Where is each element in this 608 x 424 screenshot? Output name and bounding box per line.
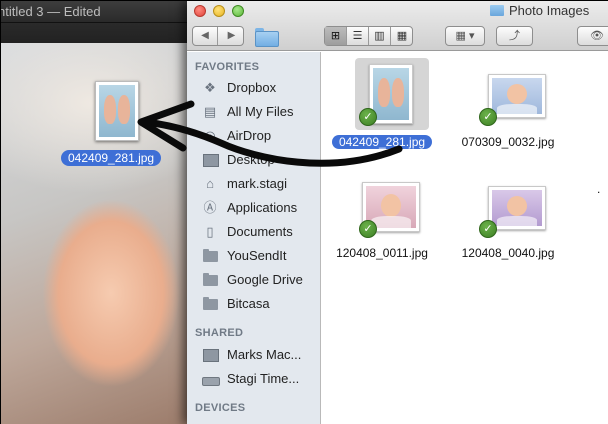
finder-sidebar: FAVORITES ❖ Dropbox ▤ All My Files ◎ Air… xyxy=(187,52,321,424)
baby-photo-image xyxy=(492,78,542,114)
time-capsule-icon xyxy=(201,371,220,387)
sidebar-item-airdrop[interactable]: ◎ AirDrop xyxy=(201,125,319,147)
sidebar-item-label: Stagi Time... xyxy=(227,371,300,386)
close-window-button[interactable] xyxy=(194,5,206,17)
file-item-042409-281[interactable]: ✓ 042409_281.jpg xyxy=(322,52,442,162)
background-editor-window: ntitled 3 — Edited xyxy=(1,1,187,424)
sidebar-item-label: YouSendIt xyxy=(227,248,287,263)
file-item-120408-0040[interactable]: ✓ 120408_0040.jpg xyxy=(448,170,568,280)
share-button[interactable]: ⤴ xyxy=(496,26,533,46)
file-item-070309-0032[interactable]: ✓ 070309_0032.jpg xyxy=(448,52,568,162)
sidebar-item-label: Bitcasa xyxy=(227,296,270,311)
folder-icon xyxy=(201,272,219,288)
sidebar-item-label: Desktop xyxy=(227,152,275,167)
desktop-icon xyxy=(201,152,219,168)
baby-feet-image xyxy=(373,68,409,120)
drag-ghost: 042409_281.jpg xyxy=(61,81,173,171)
forward-button[interactable]: ▶ xyxy=(219,27,244,45)
window-title-text: Photo Images xyxy=(509,3,590,18)
sync-check-icon: ✓ xyxy=(359,220,377,238)
sidebar-item-label: Applications xyxy=(227,200,298,215)
icon-view-button[interactable]: ⊞ xyxy=(325,27,347,45)
background-window-toolbar xyxy=(1,23,187,43)
favorites-heading: FAVORITES xyxy=(195,61,260,73)
documents-icon: ▯ xyxy=(206,224,214,239)
sidebar-item-documents[interactable]: ▯ Documents xyxy=(201,221,319,243)
applications-icon: Ⓐ xyxy=(203,200,217,215)
sync-check-icon: ✓ xyxy=(479,220,497,238)
drag-ghost-filename: 042409_281.jpg xyxy=(61,150,162,166)
sidebar-item-label: Documents xyxy=(227,224,293,239)
airdrop-icon: ◎ xyxy=(204,128,216,143)
quicklook-button[interactable]: 👁 xyxy=(577,26,608,46)
view-mode-selector: ⊞ ☰ ▥ ▦ xyxy=(324,26,413,46)
baby-feet-image xyxy=(99,85,135,137)
list-view-button[interactable]: ☰ xyxy=(347,27,369,45)
drag-ghost-thumbnail xyxy=(95,81,139,141)
all-files-icon: ▤ xyxy=(203,104,217,119)
shared-heading: SHARED xyxy=(195,327,244,339)
minimize-window-button[interactable] xyxy=(213,5,225,17)
coverflow-view-button[interactable]: ▦ xyxy=(391,27,413,45)
file-thumbnail xyxy=(488,74,546,118)
baby-photo-image xyxy=(492,190,542,226)
file-name: 070309_0032.jpg xyxy=(461,135,555,149)
sidebar-item-yousendit[interactable]: YouSendIt xyxy=(201,245,319,267)
sidebar-item-label: mark.stagi xyxy=(227,176,287,191)
sidebar-item-label: Google Drive xyxy=(227,272,303,287)
sidebar-item-desktop[interactable]: Desktop xyxy=(201,149,319,171)
file-name: 120408_0040.jpg xyxy=(461,246,555,260)
background-window-titlebar: ntitled 3 — Edited xyxy=(1,1,187,23)
arrange-button[interactable]: ▦ ▾ xyxy=(445,26,485,46)
sidebar-item-label: Dropbox xyxy=(227,80,277,95)
folder-icon xyxy=(490,5,504,16)
folder-icon xyxy=(201,248,219,264)
file-icon-grid: ✓ 042409_281.jpg ✓ 070309_0032.jpg ✓ 120… xyxy=(322,52,608,424)
file-item-120408-0011[interactable]: ✓ 120408_0011.jpg xyxy=(322,170,442,280)
window-title: Photo Images xyxy=(490,3,589,19)
devices-heading: DEVICES xyxy=(195,402,246,414)
sidebar-item-label: All My Files xyxy=(227,104,294,119)
sidebar-item-google-drive[interactable]: Google Drive xyxy=(201,269,319,291)
background-window-title: ntitled 3 — Edited xyxy=(1,4,101,19)
sidebar-item-applications[interactable]: Ⓐ Applications xyxy=(201,197,319,219)
sidebar-item-bitcasa[interactable]: Bitcasa xyxy=(201,293,319,315)
dropbox-icon: ❖ xyxy=(204,80,216,95)
zoom-window-button[interactable] xyxy=(232,5,244,17)
computer-icon xyxy=(201,347,219,363)
sidebar-item-stagi-time-capsule[interactable]: Stagi Time... xyxy=(201,368,319,390)
sync-check-icon: ✓ xyxy=(479,108,497,126)
folder-path-icon[interactable] xyxy=(253,26,279,47)
folder-icon xyxy=(201,296,219,312)
back-button[interactable]: ◀ xyxy=(193,27,218,45)
cut-off-file-label: . xyxy=(597,182,601,196)
file-name: 120408_0011.jpg xyxy=(336,246,428,260)
sidebar-item-label: Marks Mac... xyxy=(227,347,302,362)
finder-titlebar: Photo Images ◀ ▶ ⊞ ☰ ▥ ▦ ▦ ▾ ⤴ 👁 xyxy=(187,1,608,51)
sidebar-item-all-my-files[interactable]: ▤ All My Files xyxy=(201,101,319,123)
sidebar-item-dropbox[interactable]: ❖ Dropbox xyxy=(201,77,319,99)
home-icon: ⌂ xyxy=(206,176,214,191)
finder-window: Photo Images ◀ ▶ ⊞ ☰ ▥ ▦ ▦ ▾ ⤴ 👁 FAVORIT… xyxy=(187,1,608,424)
sidebar-item-marks-mac[interactable]: Marks Mac... xyxy=(201,344,319,366)
back-forward-buttons: ◀ ▶ xyxy=(192,26,244,46)
file-name: 042409_281.jpg xyxy=(322,134,442,150)
column-view-button[interactable]: ▥ xyxy=(369,27,391,45)
sync-check-icon: ✓ xyxy=(359,108,377,126)
sidebar-item-label: AirDrop xyxy=(227,128,272,143)
file-thumbnail xyxy=(488,186,546,230)
sidebar-item-home[interactable]: ⌂ mark.stagi xyxy=(201,173,319,195)
